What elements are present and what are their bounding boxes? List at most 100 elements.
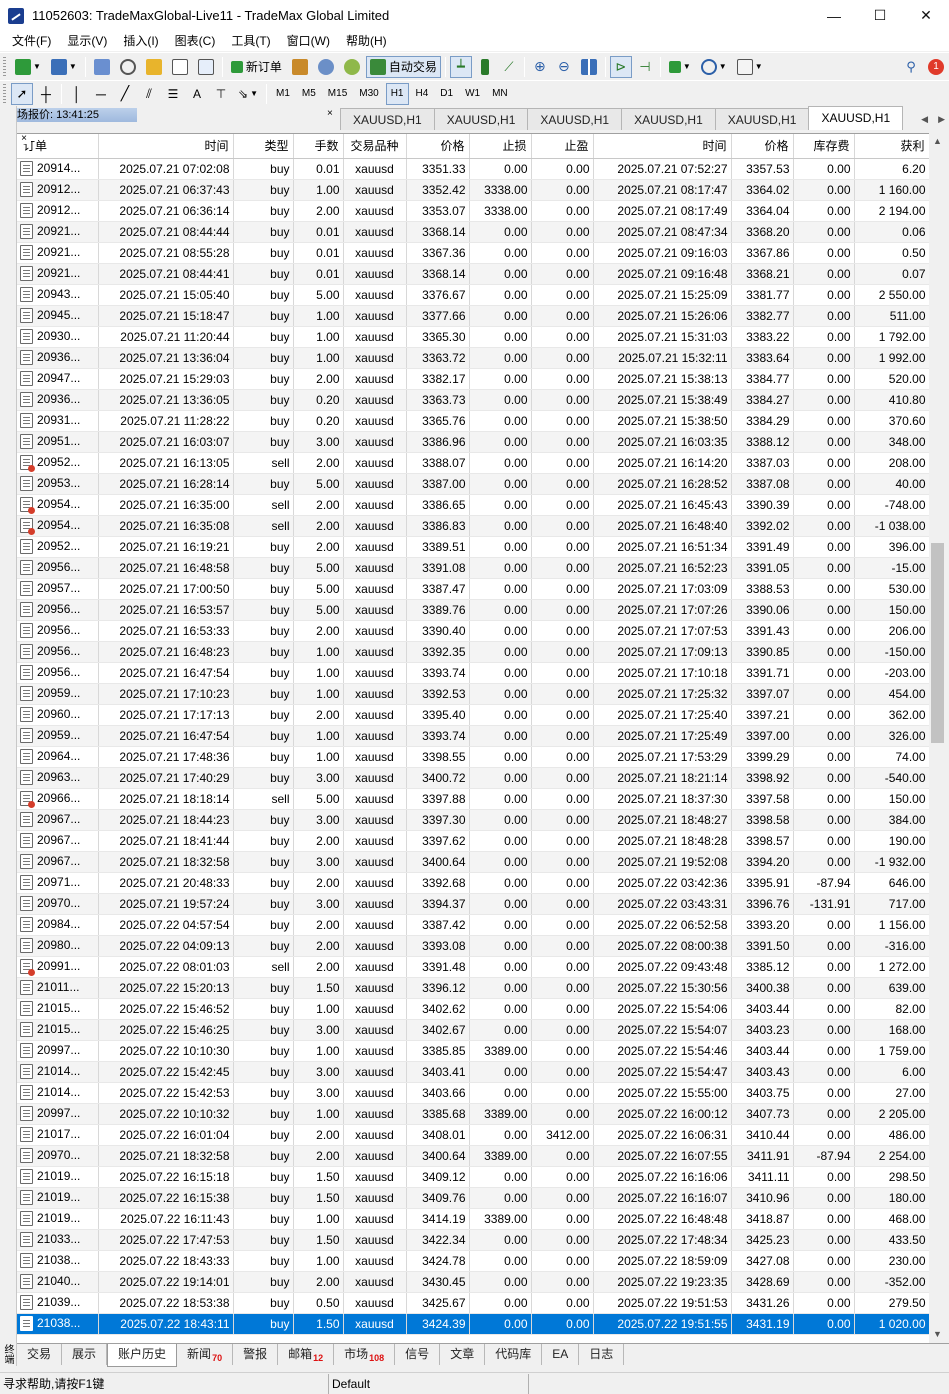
notifications-button[interactable]: 1: [924, 56, 948, 78]
vertical-scrollbar[interactable]: ▲ ▼: [929, 133, 946, 1343]
templates-button[interactable]: ▼: [733, 56, 767, 78]
timeframe-h1-button[interactable]: H1: [385, 82, 409, 105]
menu-view[interactable]: 显示(V): [59, 31, 115, 51]
text-label-button[interactable]: ⊤: [210, 83, 232, 105]
history-row[interactable]: 20957... 2025.07.21 17:00:50 buy 5.00 xauusd…: [17, 578, 929, 600]
close-window-button[interactable]: ✕: [903, 0, 949, 31]
column-header[interactable]: 手数: [293, 134, 344, 159]
tile-windows-button[interactable]: [577, 56, 601, 78]
column-header[interactable]: 时间: [98, 134, 234, 159]
terminal-tab[interactable]: EA: [542, 1344, 580, 1365]
market-watch-button[interactable]: [90, 56, 114, 78]
history-row[interactable]: 20967... 2025.07.21 18:44:23 buy 3.00 xauusd…: [17, 809, 929, 831]
history-row[interactable]: 21015... 2025.07.22 15:46:52 buy 1.00 xauusd…: [17, 998, 929, 1020]
navigator-button[interactable]: [142, 56, 166, 78]
history-row[interactable]: 20959... 2025.07.21 17:10:23 buy 1.00 xauusd…: [17, 683, 929, 705]
account-button[interactable]: [314, 56, 338, 78]
terminal-button[interactable]: [168, 56, 192, 78]
history-row[interactable]: 20967... 2025.07.21 18:32:58 buy 3.00 xauusd…: [17, 851, 929, 873]
history-row[interactable]: 21011... 2025.07.22 15:20:13 buy 1.50 xauusd…: [17, 977, 929, 999]
history-row[interactable]: 21040... 2025.07.22 19:14:01 buy 2.00 xauusd…: [17, 1271, 929, 1293]
history-row[interactable]: 20956... 2025.07.21 16:47:54 buy 1.00 xauusd…: [17, 662, 929, 684]
history-row[interactable]: 20936... 2025.07.21 13:36:05 buy 0.20 xauusd…: [17, 389, 929, 411]
history-row[interactable]: 21014... 2025.07.22 15:42:53 buy 3.00 xauusd…: [17, 1082, 929, 1104]
history-row[interactable]: 20966... 2025.07.21 18:18:14 sell 5.00 xauus…: [17, 788, 929, 810]
timeframe-h4-button[interactable]: H4: [411, 83, 434, 105]
timeframe-mn-button[interactable]: MN: [487, 83, 513, 105]
new-chart-button[interactable]: ▼: [11, 56, 45, 78]
history-row[interactable]: 20956... 2025.07.21 16:48:58 buy 5.00 xauusd…: [17, 557, 929, 579]
chart-tab[interactable]: XAUUSD,H1: [527, 108, 623, 130]
history-row[interactable]: 20943... 2025.07.21 15:05:40 buy 5.00 xauusd…: [17, 284, 929, 306]
candlestick-button[interactable]: [474, 56, 496, 78]
strategy-tester-button[interactable]: [194, 56, 218, 78]
menu-insert[interactable]: 插入(I): [115, 31, 166, 51]
minimize-button[interactable]: —: [811, 0, 857, 31]
chart-tab[interactable]: XAUUSD,H1: [433, 108, 529, 130]
history-row[interactable]: 20970... 2025.07.21 19:57:24 buy 3.00 xauusd…: [17, 893, 929, 915]
history-row[interactable]: 20921... 2025.07.21 08:44:44 buy 0.01 xauusd…: [17, 221, 929, 243]
column-header[interactable]: 价格: [406, 134, 470, 159]
history-row[interactable]: 20970... 2025.07.21 18:32:58 buy 2.00 xauusd…: [17, 1145, 929, 1167]
menu-tools[interactable]: 工具(T): [223, 31, 278, 51]
tab-scroll-right-icon[interactable]: ▶: [938, 108, 945, 130]
vertical-line-button[interactable]: │: [66, 83, 88, 105]
chart-tab[interactable]: XAUUSD,H1: [714, 108, 810, 130]
trendline-button[interactable]: ╱: [114, 83, 136, 105]
terminal-tab[interactable]: 文章: [440, 1344, 486, 1365]
history-row[interactable]: 21017... 2025.07.22 16:01:04 buy 2.00 xauusd…: [17, 1124, 929, 1146]
history-row[interactable]: 21019... 2025.07.22 16:15:38 buy 1.50 xauusd…: [17, 1187, 929, 1209]
history-row[interactable]: 20936... 2025.07.21 13:36:04 buy 1.00 xauusd…: [17, 347, 929, 369]
history-row[interactable]: 20967... 2025.07.21 18:41:44 buy 2.00 xauusd…: [17, 830, 929, 852]
history-row[interactable]: 20912... 2025.07.21 06:37:43 buy 1.00 xauusd…: [17, 179, 929, 201]
terminal-tab[interactable]: 代码库: [485, 1344, 543, 1365]
fibonacci-button[interactable]: ☰: [162, 83, 184, 105]
column-header[interactable]: 获利: [854, 134, 929, 159]
timeframe-m5-button[interactable]: M5: [297, 83, 321, 105]
chart-shift-button[interactable]: ⊣: [634, 56, 656, 78]
data-window-button[interactable]: [116, 56, 140, 78]
terminal-tab[interactable]: 交易: [17, 1344, 63, 1365]
history-row[interactable]: 21038... 2025.07.22 18:43:33 buy 1.00 xauusd…: [17, 1250, 929, 1272]
arrows-button[interactable]: ⇘ ▼: [234, 83, 262, 105]
auto-trading-button[interactable]: 自动交易: [365, 55, 441, 78]
terminal-tab[interactable]: 信号: [395, 1344, 441, 1365]
terminal-tab[interactable]: 邮箱12: [278, 1344, 335, 1365]
history-row[interactable]: 21014... 2025.07.22 15:42:45 buy 3.00 xauusd…: [17, 1061, 929, 1083]
column-header[interactable]: 时间: [593, 134, 732, 159]
history-row[interactable]: 20954... 2025.07.21 16:35:00 sell 2.00 xauus…: [17, 494, 929, 516]
chart-tab[interactable]: XAUUSD,H1: [621, 108, 716, 130]
history-row[interactable]: 20963... 2025.07.21 17:40:29 buy 3.00 xauusd…: [17, 767, 929, 789]
menu-window[interactable]: 窗口(W): [279, 31, 338, 51]
column-header[interactable]: 止损: [469, 134, 532, 159]
cursor-tool-button[interactable]: ➚: [11, 82, 33, 105]
history-row[interactable]: 21019... 2025.07.22 16:15:18 buy 1.50 xauusd…: [17, 1166, 929, 1188]
scroll-down-arrow-icon[interactable]: ▼: [929, 1326, 946, 1343]
timeframe-m15-button[interactable]: M15: [323, 83, 352, 105]
column-header[interactable]: 交易品种: [343, 134, 407, 159]
periods-button[interactable]: ▼: [697, 56, 731, 78]
column-header[interactable]: 库存费: [793, 134, 855, 159]
history-row[interactable]: 20980... 2025.07.22 04:09:13 buy 2.00 xauusd…: [17, 935, 929, 957]
terminal-close-button[interactable]: ×: [17, 134, 31, 144]
history-row[interactable]: 20952... 2025.07.21 16:13:05 sell 2.00 xauus…: [17, 452, 929, 474]
history-row[interactable]: 20947... 2025.07.21 15:29:03 buy 2.00 xauusd…: [17, 368, 929, 390]
column-header[interactable]: 类型: [233, 134, 294, 159]
history-row[interactable]: 20931... 2025.07.21 11:28:22 buy 0.20 xauusd…: [17, 410, 929, 432]
bar-chart-button[interactable]: ┷: [449, 55, 472, 78]
metaeditor-button[interactable]: [288, 56, 312, 78]
history-row[interactable]: 21015... 2025.07.22 15:46:25 buy 3.00 xauusd…: [17, 1019, 929, 1041]
terminal-tab[interactable]: 市场108: [334, 1344, 396, 1365]
indicators-button[interactable]: ▼: [665, 56, 695, 78]
column-header[interactable]: 价格: [731, 134, 794, 159]
history-row[interactable]: 20952... 2025.07.21 16:19:21 buy 2.00 xauusd…: [17, 536, 929, 558]
history-row[interactable]: 21038... 2025.07.22 18:43:11 buy 1.50 xauusd…: [17, 1313, 929, 1335]
timeframe-d1-button[interactable]: D1: [435, 83, 458, 105]
scroll-up-arrow-icon[interactable]: ▲: [929, 133, 946, 150]
history-row[interactable]: 20953... 2025.07.21 16:28:14 buy 5.00 xauusd…: [17, 473, 929, 495]
history-row[interactable]: 20956... 2025.07.21 16:48:23 buy 1.00 xauusd…: [17, 641, 929, 663]
chart-tab[interactable]: XAUUSD,H1: [340, 108, 435, 130]
timeframe-m30-button[interactable]: M30: [354, 83, 383, 105]
channel-button[interactable]: ⫽: [138, 83, 160, 105]
zoom-out-button[interactable]: ⊖: [553, 56, 575, 78]
